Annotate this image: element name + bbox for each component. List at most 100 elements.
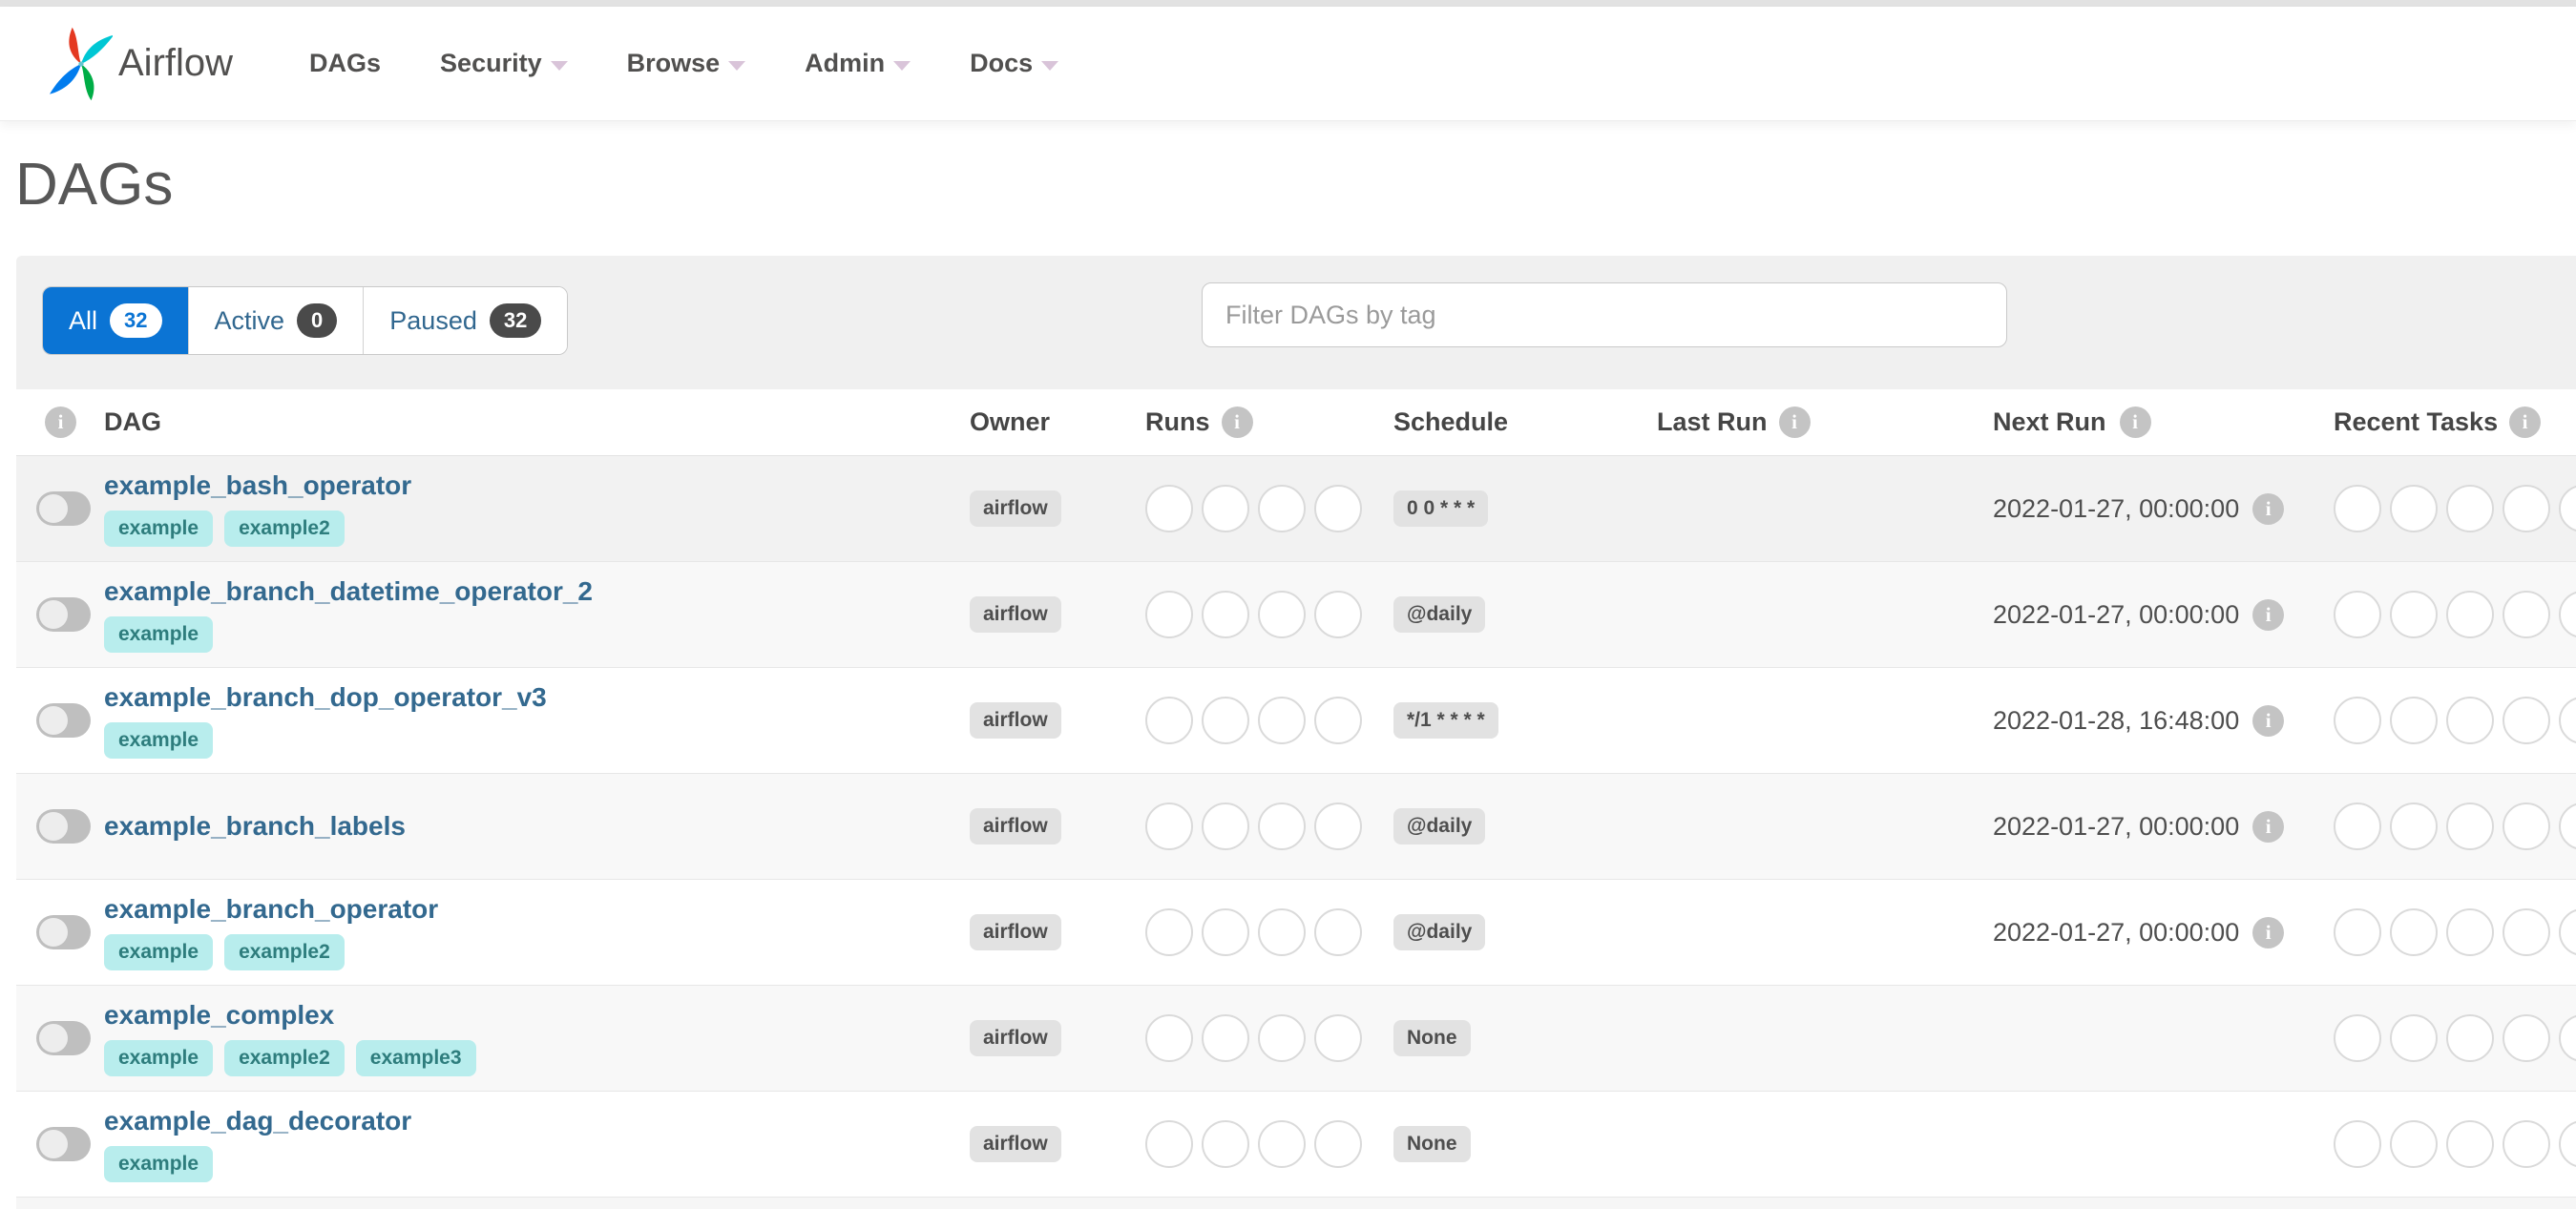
task-status-circle[interactable] bbox=[1145, 908, 1193, 956]
task-status-circle[interactable] bbox=[2503, 591, 2550, 638]
dag-tag[interactable]: example bbox=[104, 511, 214, 547]
task-status-circle[interactable] bbox=[2503, 697, 2550, 744]
task-status-circle[interactable] bbox=[2390, 591, 2438, 638]
dag-link[interactable]: example_branch_labels bbox=[104, 811, 406, 842]
task-status-circle[interactable] bbox=[2446, 485, 2494, 532]
task-status-circle[interactable] bbox=[2334, 485, 2381, 532]
schedule-badge[interactable]: @daily bbox=[1393, 596, 1486, 633]
schedule-badge[interactable]: @daily bbox=[1393, 914, 1486, 950]
col-owner[interactable]: Owner bbox=[970, 407, 1050, 437]
task-status-circle[interactable] bbox=[2390, 1014, 2438, 1062]
dag-pause-toggle[interactable] bbox=[36, 809, 91, 844]
nav-dags[interactable]: DAGs bbox=[309, 49, 381, 78]
task-status-circle[interactable] bbox=[1145, 1120, 1193, 1168]
dag-tag[interactable]: example bbox=[104, 1146, 214, 1182]
task-status-circle[interactable] bbox=[1258, 591, 1306, 638]
task-status-circle[interactable] bbox=[1145, 697, 1193, 744]
tab-all[interactable]: All 32 bbox=[43, 287, 189, 354]
task-status-circle[interactable] bbox=[2503, 1014, 2550, 1062]
task-status-circle[interactable] bbox=[1314, 591, 1362, 638]
dag-pause-toggle[interactable] bbox=[36, 1021, 91, 1055]
airflow-brand[interactable]: Airflow bbox=[50, 22, 233, 106]
task-status-circle[interactable] bbox=[1145, 485, 1193, 532]
dag-pause-toggle[interactable] bbox=[36, 1127, 91, 1161]
dag-tag[interactable]: example2 bbox=[224, 934, 345, 970]
dag-tag[interactable]: example bbox=[104, 1040, 214, 1076]
task-status-circle[interactable] bbox=[2390, 697, 2438, 744]
task-status-circle[interactable] bbox=[2559, 697, 2576, 744]
schedule-badge[interactable]: None bbox=[1393, 1020, 1471, 1056]
task-status-circle[interactable] bbox=[2559, 908, 2576, 956]
col-dag[interactable]: DAG bbox=[104, 407, 161, 437]
task-status-circle[interactable] bbox=[1258, 1014, 1306, 1062]
task-status-circle[interactable] bbox=[2390, 485, 2438, 532]
task-status-circle[interactable] bbox=[2559, 485, 2576, 532]
task-status-circle[interactable] bbox=[1202, 591, 1249, 638]
filter-dags-by-tag-input[interactable] bbox=[1202, 282, 2007, 347]
dag-pause-toggle[interactable] bbox=[36, 597, 91, 632]
task-status-circle[interactable] bbox=[1202, 697, 1249, 744]
task-status-circle[interactable] bbox=[2559, 591, 2576, 638]
task-status-circle[interactable] bbox=[1258, 908, 1306, 956]
schedule-badge[interactable]: None bbox=[1393, 1126, 1471, 1162]
dag-link[interactable]: example_dag_decorator bbox=[104, 1106, 411, 1136]
task-status-circle[interactable] bbox=[1202, 1014, 1249, 1062]
task-status-circle[interactable] bbox=[2559, 1120, 2576, 1168]
task-status-circle[interactable] bbox=[1258, 485, 1306, 532]
task-status-circle[interactable] bbox=[2334, 1014, 2381, 1062]
task-status-circle[interactable] bbox=[1314, 908, 1362, 956]
task-status-circle[interactable] bbox=[2334, 1120, 2381, 1168]
schedule-badge[interactable]: 0 0 * * * bbox=[1393, 490, 1489, 527]
task-status-circle[interactable] bbox=[1258, 697, 1306, 744]
task-status-circle[interactable] bbox=[2559, 1014, 2576, 1062]
task-status-circle[interactable] bbox=[1202, 908, 1249, 956]
task-status-circle[interactable] bbox=[1314, 1014, 1362, 1062]
dag-pause-toggle[interactable] bbox=[36, 915, 91, 949]
dag-tag[interactable]: example2 bbox=[224, 1040, 345, 1076]
task-status-circle[interactable] bbox=[2559, 803, 2576, 850]
tab-active[interactable]: Active 0 bbox=[188, 287, 365, 354]
dag-link[interactable]: example_branch_datetime_operator_2 bbox=[104, 576, 593, 607]
tab-paused[interactable]: Paused 32 bbox=[364, 287, 568, 354]
task-status-circle[interactable] bbox=[2446, 908, 2494, 956]
task-status-circle[interactable] bbox=[2446, 1014, 2494, 1062]
task-status-circle[interactable] bbox=[1202, 1120, 1249, 1168]
dag-link[interactable]: example_branch_dop_operator_v3 bbox=[104, 682, 547, 713]
task-status-circle[interactable] bbox=[1314, 803, 1362, 850]
dag-tag[interactable]: example bbox=[104, 722, 214, 759]
task-status-circle[interactable] bbox=[2334, 908, 2381, 956]
task-status-circle[interactable] bbox=[2446, 1120, 2494, 1168]
task-status-circle[interactable] bbox=[1314, 697, 1362, 744]
dag-tag[interactable]: example bbox=[104, 934, 214, 970]
task-status-circle[interactable] bbox=[1202, 803, 1249, 850]
task-status-circle[interactable] bbox=[1145, 591, 1193, 638]
task-status-circle[interactable] bbox=[1258, 1120, 1306, 1168]
dag-tag[interactable]: example2 bbox=[224, 511, 345, 547]
task-status-circle[interactable] bbox=[2446, 803, 2494, 850]
task-status-circle[interactable] bbox=[2503, 1120, 2550, 1168]
schedule-badge[interactable]: @daily bbox=[1393, 808, 1486, 844]
dag-pause-toggle[interactable] bbox=[36, 703, 91, 738]
dag-link[interactable]: example_branch_operator bbox=[104, 894, 438, 925]
nav-docs[interactable]: Docs bbox=[970, 49, 1059, 78]
task-status-circle[interactable] bbox=[1314, 485, 1362, 532]
dag-link[interactable]: example_complex bbox=[104, 1000, 334, 1031]
task-status-circle[interactable] bbox=[2334, 803, 2381, 850]
task-status-circle[interactable] bbox=[2503, 485, 2550, 532]
task-status-circle[interactable] bbox=[2503, 908, 2550, 956]
task-status-circle[interactable] bbox=[2446, 697, 2494, 744]
task-status-circle[interactable] bbox=[2390, 1120, 2438, 1168]
task-status-circle[interactable] bbox=[2503, 803, 2550, 850]
task-status-circle[interactable] bbox=[2446, 591, 2494, 638]
dag-pause-toggle[interactable] bbox=[36, 491, 91, 526]
task-status-circle[interactable] bbox=[1145, 803, 1193, 850]
task-status-circle[interactable] bbox=[1314, 1120, 1362, 1168]
task-status-circle[interactable] bbox=[2334, 591, 2381, 638]
nav-browse[interactable]: Browse bbox=[627, 49, 746, 78]
task-status-circle[interactable] bbox=[1258, 803, 1306, 850]
task-status-circle[interactable] bbox=[2390, 908, 2438, 956]
task-status-circle[interactable] bbox=[1145, 1014, 1193, 1062]
dag-tag[interactable]: example bbox=[104, 616, 214, 653]
dag-link[interactable]: example_bash_operator bbox=[104, 470, 411, 501]
schedule-badge[interactable]: */1 * * * * bbox=[1393, 702, 1498, 739]
